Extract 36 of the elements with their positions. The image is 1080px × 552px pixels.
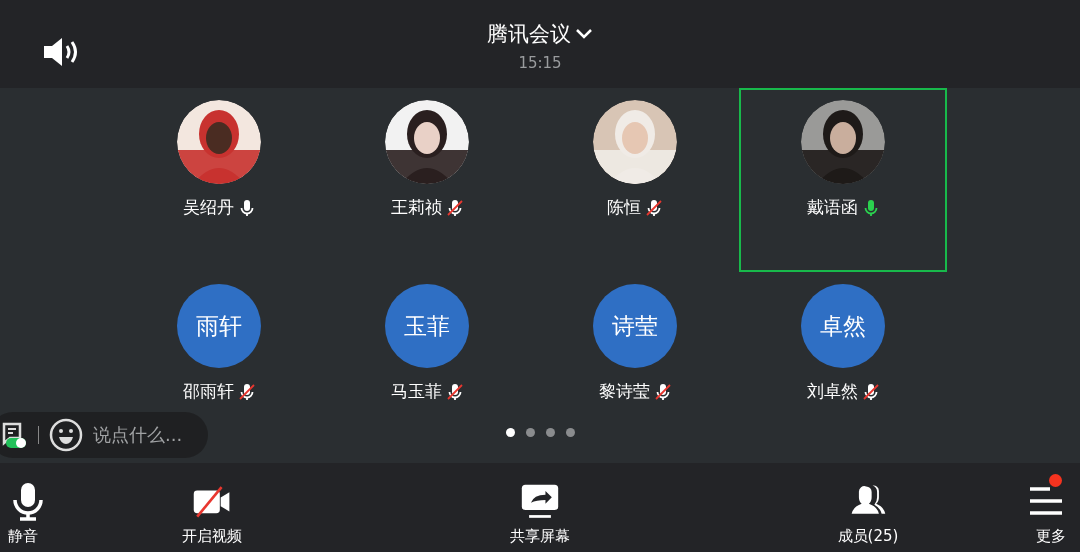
participant-tile[interactable]: 陈恒 bbox=[531, 88, 739, 272]
participant-name: 王莉祯 bbox=[390, 196, 442, 219]
page-dot[interactable] bbox=[545, 428, 555, 437]
meeting-title[interactable]: 腾讯会议 bbox=[487, 20, 593, 48]
participant-tile[interactable]: 玉菲 马玉菲 bbox=[323, 272, 531, 422]
participant-tile[interactable]: 诗莹 黎诗莹 bbox=[531, 272, 739, 422]
share-button[interactable]: 共享屏幕 bbox=[376, 463, 704, 552]
avatar: 卓然 bbox=[801, 284, 885, 368]
mic-button[interactable]: 静音 bbox=[0, 463, 48, 552]
speaker-icon[interactable] bbox=[42, 36, 80, 68]
emoji-icon[interactable] bbox=[49, 418, 83, 452]
video-button[interactable]: 开启视频 bbox=[48, 463, 376, 552]
page-dot[interactable] bbox=[565, 428, 575, 437]
participant-name: 邵雨轩 bbox=[182, 380, 234, 403]
meeting-time: 15:15 bbox=[518, 54, 562, 72]
page-dot[interactable] bbox=[505, 428, 515, 437]
participant-tile[interactable]: 卓然 刘卓然 bbox=[739, 272, 947, 422]
participant-name: 戴语函 bbox=[806, 196, 858, 219]
chat-toggle-icon[interactable] bbox=[2, 421, 28, 449]
chat-placeholder[interactable]: 说点什么... bbox=[93, 423, 183, 447]
participant-tile[interactable]: 王莉祯 bbox=[323, 88, 531, 272]
members-button[interactable]: 成员(25) bbox=[704, 463, 1032, 552]
participant-name: 黎诗莹 bbox=[598, 380, 650, 403]
avatar: 雨轩 bbox=[177, 284, 261, 368]
participant-tile[interactable]: 戴语函 bbox=[739, 88, 947, 272]
participant-tile[interactable]: 吴绍丹 bbox=[115, 88, 323, 272]
participant-name: 陈恒 bbox=[607, 196, 641, 219]
page-dot[interactable] bbox=[525, 428, 535, 437]
more-button[interactable]: 更多 bbox=[1032, 463, 1080, 552]
chat-bar[interactable]: 说点什么... bbox=[0, 412, 208, 458]
avatar: 玉菲 bbox=[385, 284, 469, 368]
participant-name: 马玉菲 bbox=[390, 380, 442, 403]
participant-name: 吴绍丹 bbox=[182, 196, 234, 219]
avatar: 诗莹 bbox=[593, 284, 677, 368]
participant-name: 刘卓然 bbox=[806, 380, 858, 403]
chevron-down-icon bbox=[575, 28, 593, 40]
